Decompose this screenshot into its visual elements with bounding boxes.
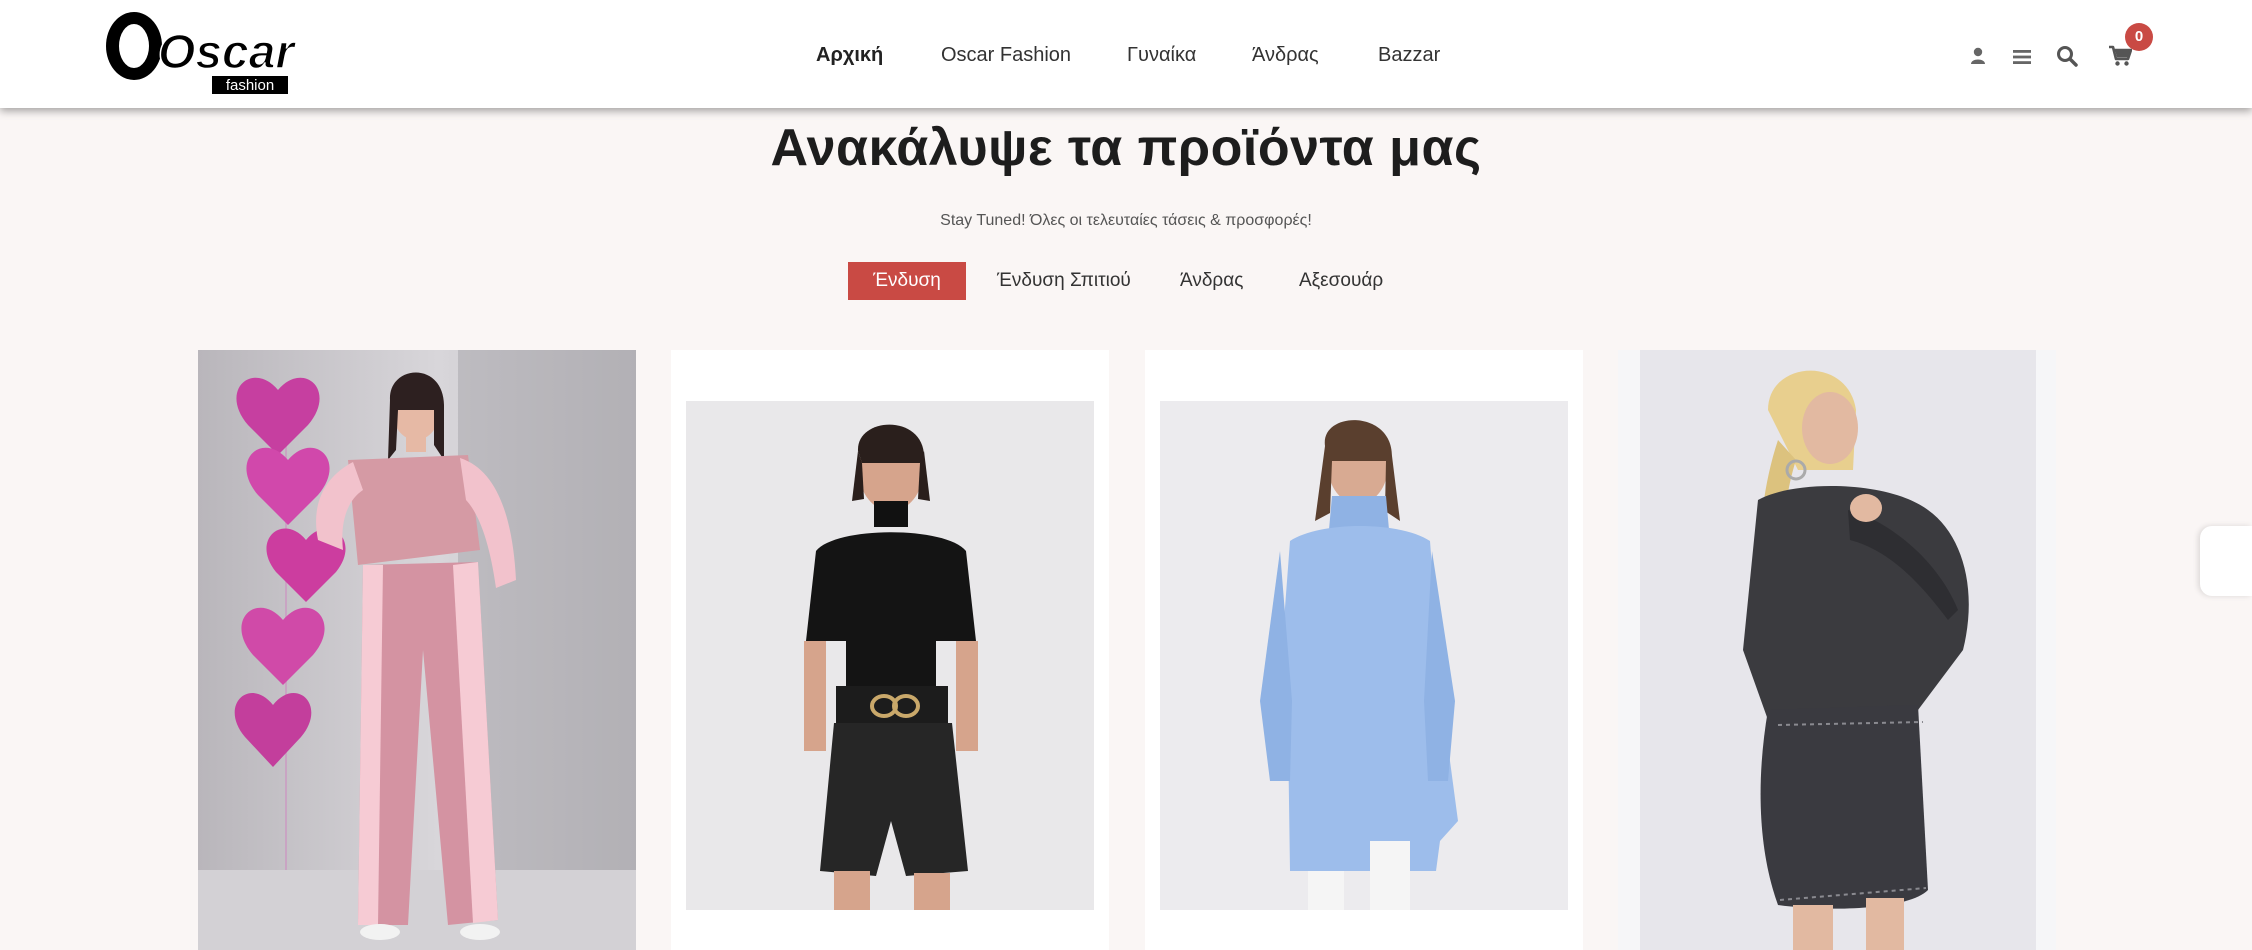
product-image[interactable] [198,350,636,950]
product-card[interactable] [671,350,1109,950]
section-title: Ανακάλυψε τα προϊόντα μας [770,119,1482,177]
cart-icon[interactable] [2108,45,2133,72]
main-nav: Αρχική Oscar Fashion Γυναίκα Άνδρας Bazz… [0,0,2252,108]
tab-accessories[interactable]: Αξεσουάρ [1299,262,1383,300]
nav-item-men[interactable]: Άνδρας [1252,44,1319,67]
nav-item-oscar-fashion[interactable]: Oscar Fashion [941,44,1071,67]
tab-clothing[interactable]: Ένδυση [848,262,966,300]
product-image[interactable] [686,401,1094,910]
floating-side-tab[interactable] [2200,526,2252,596]
tab-homewear[interactable]: Ένδυση Σπιτιού [997,262,1131,300]
user-icon[interactable] [1970,47,1986,70]
menu-icon[interactable] [2012,49,2032,70]
product-card[interactable] [1618,350,2056,950]
product-card[interactable] [198,350,636,950]
product-card[interactable] [1145,350,1583,950]
section-subtitle: Stay Tuned! Όλες οι τελευταίες τάσεις & … [940,212,1312,229]
product-image[interactable] [1618,350,2056,950]
nav-item-bazzar[interactable]: Bazzar [1378,44,1440,67]
cart-count-badge: 0 [2125,23,2153,51]
search-icon[interactable] [2056,45,2078,72]
site-header: Oscar fashion Αρχική Oscar Fashion Γυναί… [0,0,2252,108]
nav-item-home[interactable]: Αρχική [816,44,883,67]
product-image[interactable] [1160,401,1568,910]
tab-men[interactable]: Άνδρας [1180,262,1243,300]
nav-item-women[interactable]: Γυναίκα [1127,44,1196,67]
